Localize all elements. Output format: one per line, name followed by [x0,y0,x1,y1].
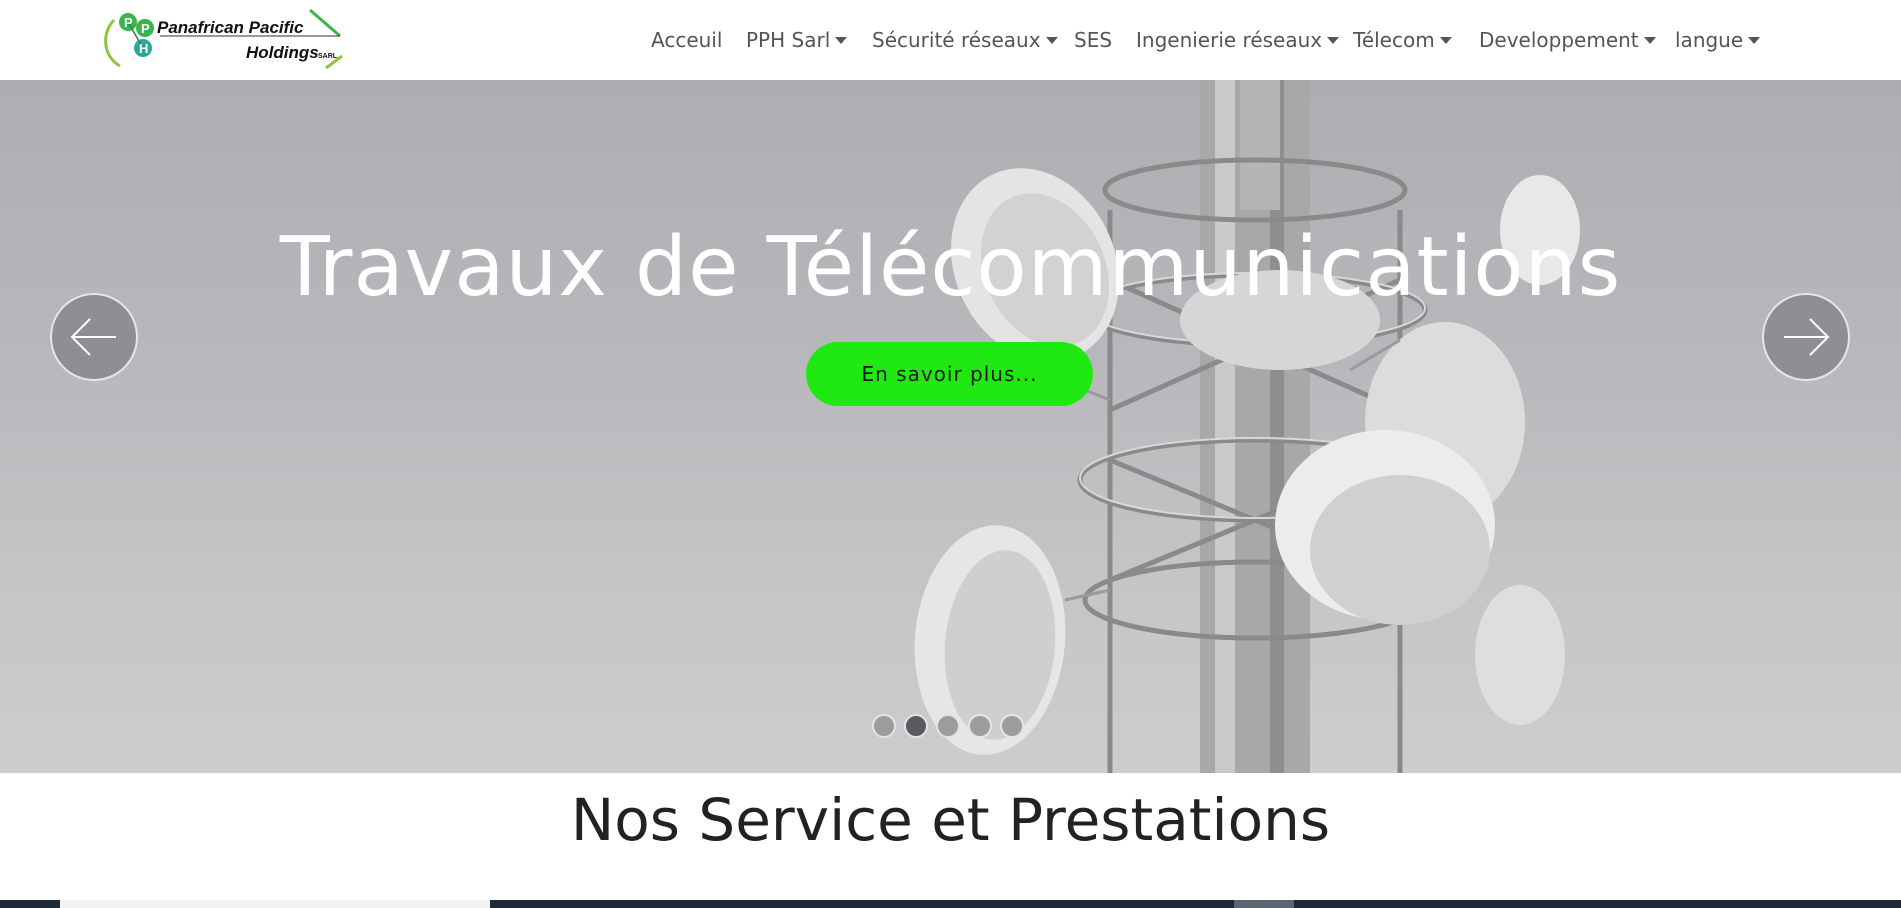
nav-item-label: langue [1675,28,1744,52]
nav-item-pph-sarl[interactable]: PPH Sarl [746,26,848,54]
caret-down-icon [1643,37,1656,44]
nav-item-langue[interactable]: langue [1675,26,1761,54]
slider-dot-5[interactable] [1000,714,1024,738]
slider-prev-button[interactable] [50,293,138,381]
service-card-edge [60,900,490,908]
nav-item-acceuil[interactable]: Acceuil [651,26,722,54]
arrow-right-icon [1784,318,1830,356]
nav-item-developpement[interactable]: Developpement [1479,26,1656,54]
nav-item-label: Sécurité réseaux [872,28,1041,52]
hero-title: Travaux de Télécommunications [279,220,1622,315]
slider-dot-2[interactable] [904,714,928,738]
nav-item-label: Developpement [1479,28,1639,52]
nav-item-label: Ingenierie réseaux [1136,28,1323,52]
slider-next-button[interactable] [1762,293,1850,381]
caret-down-icon [1748,37,1761,44]
nav-item-securite-reseaux[interactable]: Sécurité réseaux [872,26,1058,54]
nav-item-label: PPH Sarl [746,28,831,52]
caret-down-icon [835,37,848,44]
slider-dot-4[interactable] [968,714,992,738]
caret-down-icon [1439,37,1452,44]
nav-item-label: Télecom [1353,28,1435,52]
caret-down-icon [1327,37,1340,44]
section-title: Nos Service et Prestations [570,786,1331,854]
telecom-tower-image [914,80,1580,773]
main-nav: Acceuil PPH Sarl Sécurité réseaux SES In… [0,0,1901,80]
arrow-left-icon [70,318,116,356]
caret-down-icon [1045,37,1058,44]
slider-dot-3[interactable] [936,714,960,738]
nav-item-label: Acceuil [651,28,723,52]
services-strip [0,900,1901,908]
nav-item-ses[interactable]: SES [1074,26,1112,54]
nav-item-label: SES [1074,28,1113,52]
service-card-edge [1234,900,1294,908]
slider-dot-1[interactable] [872,714,896,738]
learn-more-button[interactable]: En savoir plus... [806,342,1093,406]
nav-item-ingenierie-reseaux[interactable]: Ingenierie réseaux [1136,26,1340,54]
hero-slider: Travaux de Télécommunications En savoir … [0,80,1901,773]
nav-item-telecom[interactable]: Télecom [1353,26,1452,54]
site-header: P P H Panafrican Pacific Holdings SARL A… [0,0,1901,80]
